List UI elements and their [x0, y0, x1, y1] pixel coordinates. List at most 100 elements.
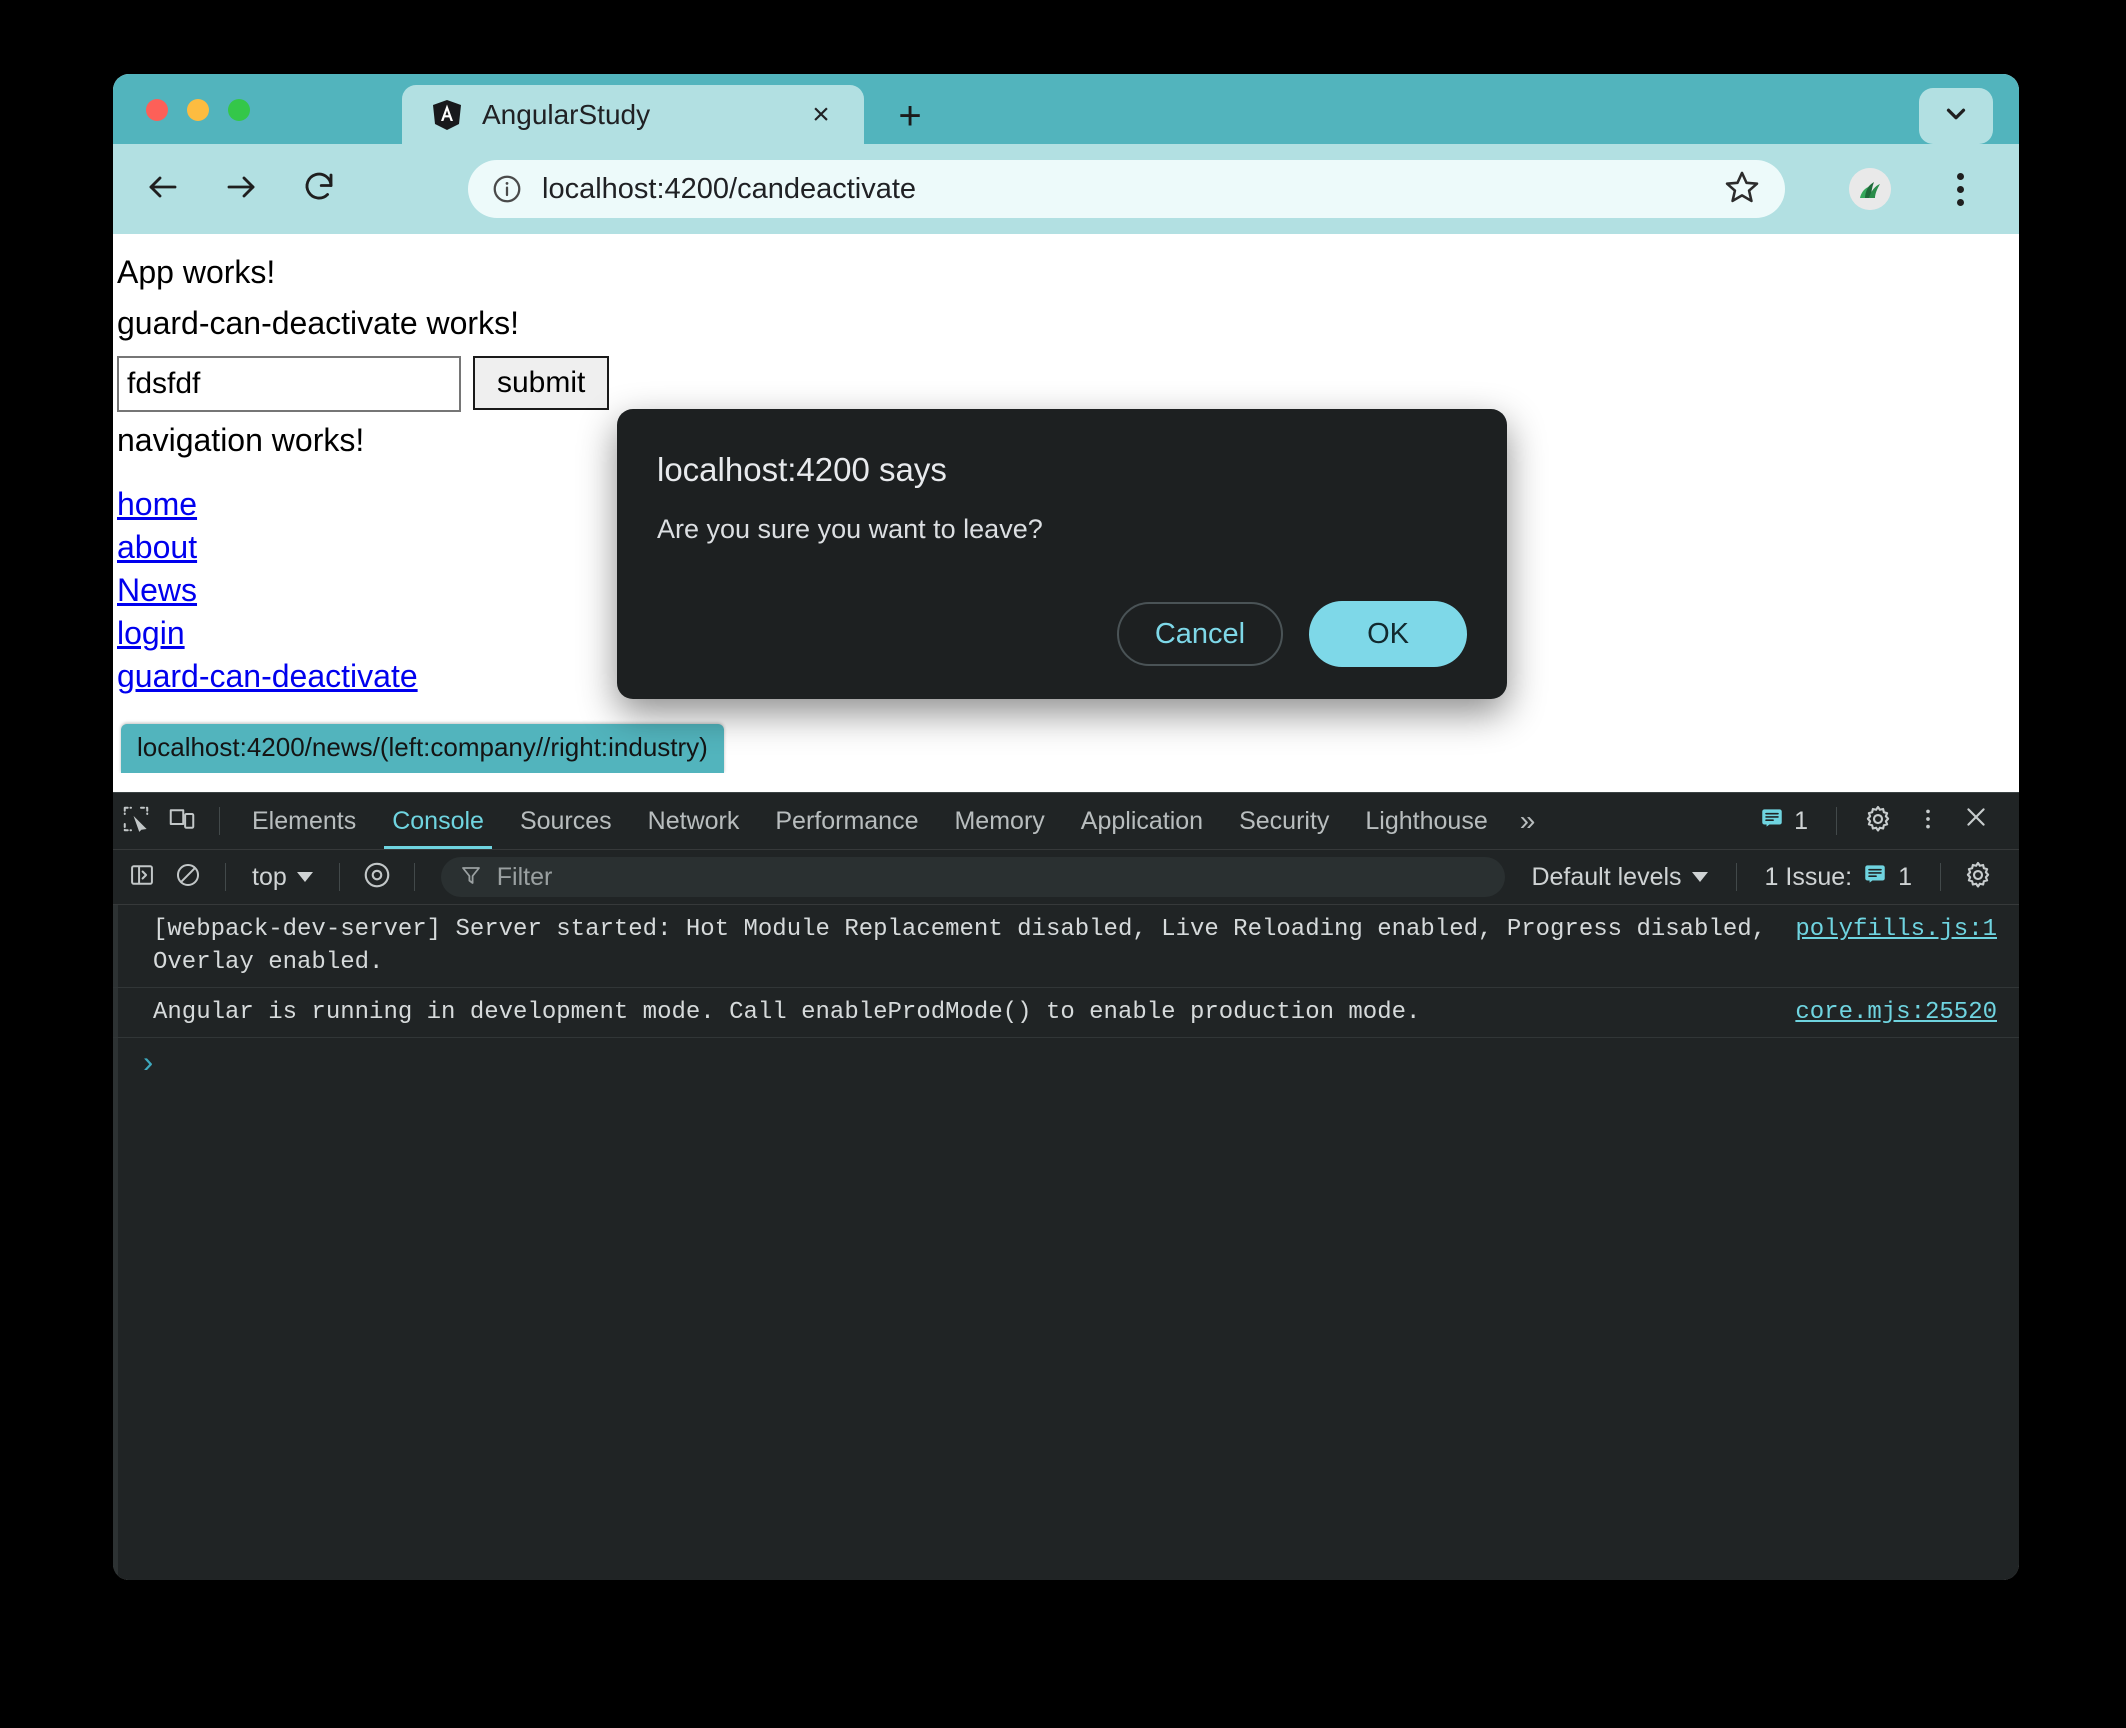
back-arrow-icon — [145, 169, 181, 210]
screen: AngularStudy × + localhost:4200/candeact… — [0, 0, 2126, 1728]
console-issues-label: 1 Issue: — [1764, 862, 1853, 891]
issues-count: 1 — [1794, 806, 1808, 835]
tab-application[interactable]: Application — [1063, 793, 1221, 849]
star-icon — [1724, 169, 1760, 210]
link-home[interactable]: home — [117, 485, 197, 524]
filter-icon — [459, 863, 483, 892]
extension-avatar-icon[interactable] — [1849, 168, 1891, 210]
divider — [1940, 863, 1941, 891]
kebab-dot — [1956, 198, 1964, 206]
cancel-button[interactable]: Cancel — [1116, 602, 1284, 666]
link-about[interactable]: about — [117, 528, 197, 567]
console-sidebar-icon — [128, 861, 156, 894]
live-expression-button[interactable] — [354, 856, 400, 898]
reload-button[interactable] — [291, 161, 347, 217]
close-window-button[interactable] — [146, 99, 168, 121]
console-sidebar-button[interactable] — [119, 856, 165, 898]
tab-strip: AngularStudy × + — [113, 74, 2019, 144]
devtools-settings-button[interactable] — [1855, 800, 1901, 842]
javascript-confirm-dialog: localhost:4200 says Are you sure you wan… — [617, 409, 1507, 699]
live-expression-icon — [362, 860, 392, 895]
link-status-tooltip: localhost:4200/news/(left:company//right… — [121, 724, 724, 773]
new-tab-button[interactable]: + — [888, 94, 932, 138]
log-levels-label: Default levels — [1531, 862, 1682, 891]
prompt-caret-icon: › — [139, 1048, 158, 1083]
ok-button[interactable]: OK — [1309, 601, 1467, 667]
log-levels-select[interactable]: Default levels — [1517, 863, 1721, 892]
back-button[interactable] — [135, 161, 191, 217]
kebab-menu-icon — [1915, 806, 1941, 837]
tab-memory[interactable]: Memory — [936, 793, 1062, 849]
forward-button[interactable] — [213, 161, 269, 217]
gear-icon — [1963, 860, 1993, 895]
tab-console[interactable]: Console — [374, 793, 502, 849]
dialog-title: localhost:4200 says — [657, 451, 947, 488]
link-login[interactable]: login — [117, 614, 185, 653]
console-prompt[interactable]: › — [113, 1038, 2019, 1092]
console-log-source[interactable]: core.mjs:25520 — [1795, 996, 1997, 1029]
kebab-dot — [1956, 172, 1964, 180]
reload-icon — [301, 169, 337, 210]
app-works-text: App works! — [117, 254, 276, 290]
devtools-panel: Elements Console Sources Network Perform… — [113, 792, 2019, 1580]
console-issues-button[interactable]: 1 Issue: 1 — [1751, 861, 1926, 894]
info-circle-icon[interactable] — [487, 169, 527, 209]
tab-elements[interactable]: Elements — [234, 793, 374, 849]
tab-search-button[interactable] — [1919, 88, 1993, 144]
address-bar-url: localhost:4200/candeactivate — [542, 172, 917, 205]
issues-icon — [1862, 861, 1888, 894]
browser-window: AngularStudy × + localhost:4200/candeact… — [113, 74, 2019, 1580]
console-log-text: Angular is running in development mode. … — [153, 999, 1421, 1027]
tab-sources[interactable]: Sources — [502, 793, 630, 849]
divider — [219, 807, 220, 835]
chevron-down-icon — [1691, 872, 1708, 882]
browser-toolbar: localhost:4200/candeactivate — [113, 144, 2019, 234]
tab-network[interactable]: Network — [630, 793, 758, 849]
demo-text-input[interactable] — [117, 356, 461, 412]
link-news[interactable]: News — [117, 571, 197, 610]
device-toolbar-button[interactable] — [159, 800, 205, 842]
execution-context-label: top — [252, 862, 287, 891]
chevron-down-icon — [1941, 99, 1971, 134]
devtools-tabbar-actions: 1 — [1749, 800, 2019, 842]
divider — [413, 863, 415, 891]
window-controls — [146, 99, 250, 121]
console-filter-input[interactable]: Filter — [440, 857, 1506, 897]
link-guard-can-deactivate[interactable]: guard-can-deactivate — [117, 657, 418, 696]
tab-title: AngularStudy — [482, 98, 651, 130]
clear-console-button[interactable] — [165, 856, 211, 898]
tab-lighthouse[interactable]: Lighthouse — [1347, 793, 1505, 849]
console-log-source[interactable]: polyfills.js:1 — [1795, 913, 1997, 946]
devtools-close-button[interactable] — [1955, 800, 1997, 842]
divider — [1735, 863, 1737, 891]
tab-security[interactable]: Security — [1221, 793, 1347, 849]
gear-icon — [1863, 804, 1893, 839]
address-bar[interactable]: localhost:4200/candeactivate — [468, 160, 1785, 218]
inspect-element-button[interactable] — [113, 800, 159, 842]
maximize-window-button[interactable] — [228, 99, 250, 121]
bookmark-button[interactable] — [1721, 168, 1763, 210]
tab-performance[interactable]: Performance — [757, 793, 936, 849]
close-tab-button[interactable]: × — [804, 98, 838, 132]
page-viewport: App works! guard-can-deactivate works! s… — [113, 234, 2019, 773]
more-tabs-button[interactable]: » — [1506, 805, 1550, 837]
divider — [1836, 807, 1837, 835]
submit-button[interactable]: submit — [473, 356, 610, 410]
inspect-element-icon — [121, 804, 151, 839]
console-log-row[interactable]: [webpack-dev-server] Server started: Hot… — [113, 905, 2019, 989]
execution-context-select[interactable]: top — [240, 863, 325, 892]
console-log-row[interactable]: Angular is running in development mode. … — [113, 988, 2019, 1039]
console-filter-placeholder: Filter — [496, 862, 553, 891]
minimize-window-button[interactable] — [187, 99, 209, 121]
chevron-down-icon — [296, 872, 313, 882]
angular-logo-icon — [430, 98, 464, 132]
console-settings-button[interactable] — [1955, 856, 2001, 898]
browser-menu-button[interactable] — [1937, 166, 1983, 212]
kebab-dot — [1956, 185, 1964, 193]
browser-tab[interactable]: AngularStudy × — [402, 85, 864, 144]
issues-counter-button[interactable]: 1 — [1749, 805, 1818, 838]
devtools-tabbar: Elements Console Sources Network Perform… — [113, 793, 2019, 850]
devtools-more-button[interactable] — [1905, 800, 1951, 842]
console-output[interactable]: [webpack-dev-server] Server started: Hot… — [113, 905, 2019, 1580]
clear-console-icon — [174, 861, 202, 894]
